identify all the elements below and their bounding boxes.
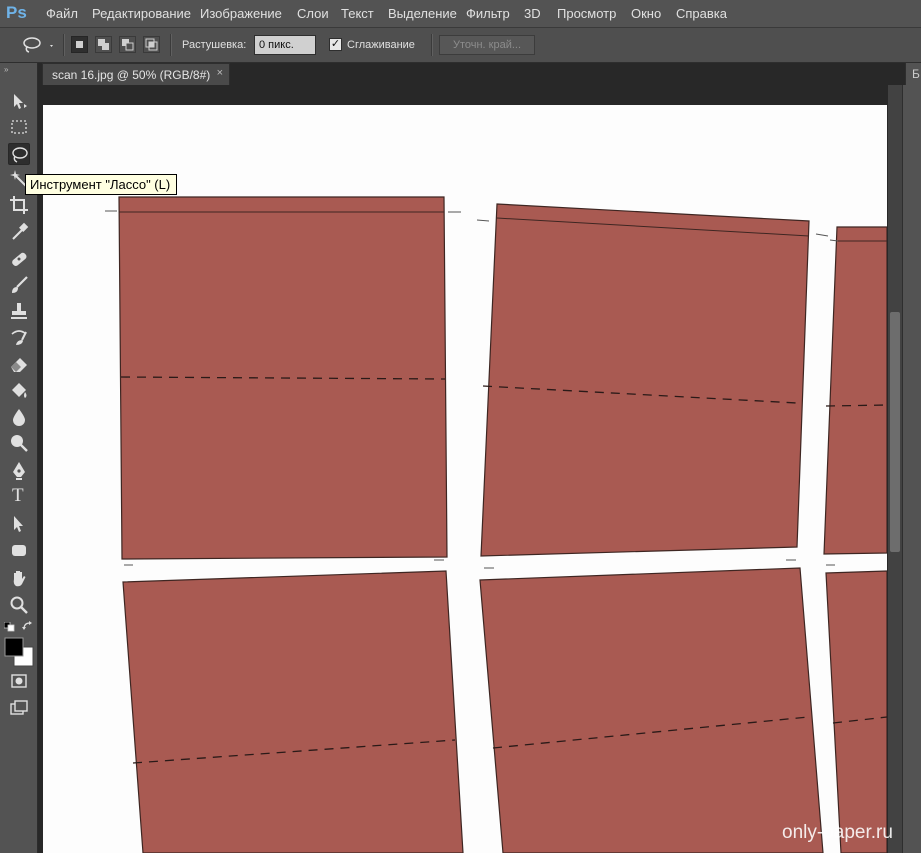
toolbox-collapse-handle[interactable]: » xyxy=(4,65,8,74)
new-selection-button[interactable] xyxy=(71,36,88,53)
screen-mode-icon xyxy=(10,700,28,715)
shape-tool[interactable] xyxy=(8,539,30,561)
menu-help[interactable]: Справка xyxy=(676,6,727,21)
marquee-icon xyxy=(11,120,27,134)
brush-icon xyxy=(12,276,28,293)
document-canvas[interactable] xyxy=(43,105,887,853)
antialias-checkbox[interactable]: ✓ xyxy=(329,38,342,51)
scanned-image xyxy=(105,196,887,853)
menu-filter[interactable]: Фильтр xyxy=(466,6,510,21)
menu-bar: Ps Файл Редактирование Изображение Слои … xyxy=(0,0,921,28)
path-selection-tool[interactable] xyxy=(8,513,30,535)
paint-bucket-icon xyxy=(12,383,27,398)
path-selection-icon xyxy=(14,516,23,532)
zoom-icon xyxy=(10,596,28,614)
menu-file[interactable]: Файл xyxy=(46,6,78,21)
paint-bucket-tool[interactable] xyxy=(8,380,30,402)
healing-brush-icon xyxy=(12,252,27,266)
scrollbar-thumb[interactable] xyxy=(890,312,900,552)
color-swatches[interactable] xyxy=(4,637,34,667)
default-colors-button[interactable] xyxy=(3,621,16,632)
dodge-icon xyxy=(11,435,28,452)
refine-edge-button[interactable]: Уточн. край... xyxy=(439,35,535,55)
lasso-tool[interactable] xyxy=(8,143,30,165)
eyedropper-tool[interactable] xyxy=(8,221,30,243)
intersect-selection-icon xyxy=(145,38,158,51)
options-divider xyxy=(63,34,65,56)
options-divider xyxy=(431,34,433,56)
brush-tool[interactable] xyxy=(8,274,30,296)
type-tool[interactable]: T xyxy=(8,485,30,508)
swap-colors-icon xyxy=(22,621,32,630)
history-brush-tool[interactable] xyxy=(8,326,30,348)
menu-view[interactable]: Просмотр xyxy=(557,6,616,21)
menu-image[interactable]: Изображение xyxy=(200,6,282,21)
tool-preset-picker[interactable] xyxy=(18,34,58,56)
color-swatches-icon xyxy=(4,637,34,667)
clone-stamp-tool[interactable] xyxy=(8,300,30,322)
history-brush-icon xyxy=(11,330,27,345)
pen-icon xyxy=(13,462,25,480)
lasso-icon xyxy=(12,147,28,163)
menu-3d[interactable]: 3D xyxy=(524,6,541,21)
crop-tool[interactable] xyxy=(8,194,30,216)
right-panel-dock xyxy=(902,85,921,853)
add-to-selection-button[interactable] xyxy=(95,36,112,53)
lasso-icon xyxy=(23,37,53,53)
menu-window[interactable]: Окно xyxy=(631,6,661,21)
add-to-selection-icon xyxy=(98,39,109,50)
zoom-tool[interactable] xyxy=(8,594,30,616)
marquee-tool[interactable] xyxy=(8,116,30,138)
hand-tool[interactable] xyxy=(8,568,30,590)
subtract-from-selection-button[interactable] xyxy=(119,36,136,53)
document-title: scan 16.jpg @ 50% (RGB/8#) xyxy=(52,68,211,82)
eraser-tool[interactable] xyxy=(8,353,30,375)
menu-select[interactable]: Выделение xyxy=(388,6,457,21)
options-divider xyxy=(170,34,172,56)
hand-icon xyxy=(13,571,26,587)
quick-mask-button[interactable] xyxy=(8,670,30,692)
feather-input[interactable]: 0 пикс. xyxy=(254,35,316,55)
eraser-icon xyxy=(11,358,27,372)
pen-tool[interactable] xyxy=(8,460,30,482)
antialias-label: Сглаживание xyxy=(347,39,415,51)
dodge-tool[interactable] xyxy=(8,432,30,454)
feather-label: Растушевка: xyxy=(182,39,247,51)
panel-tab[interactable]: Б xyxy=(905,63,921,85)
quick-mask-icon xyxy=(11,674,27,688)
subtract-selection-icon xyxy=(122,39,134,51)
shape-icon xyxy=(12,545,26,556)
lasso-tooltip: Инструмент "Лассо" (L) xyxy=(25,174,178,195)
blur-icon xyxy=(13,409,25,426)
document-tab[interactable]: scan 16.jpg @ 50% (RGB/8#) × xyxy=(42,63,230,85)
watermark: only-paper.ru xyxy=(782,822,893,843)
menu-type[interactable]: Текст xyxy=(341,6,374,21)
healing-brush-tool[interactable] xyxy=(8,248,30,270)
photoshop-logo: Ps xyxy=(6,3,27,22)
intersect-selection-button[interactable] xyxy=(143,36,160,53)
menu-edit[interactable]: Редактирование xyxy=(92,6,191,21)
close-tab-icon[interactable]: × xyxy=(217,67,223,79)
move-tool[interactable] xyxy=(8,90,30,112)
default-colors-icon xyxy=(3,621,15,632)
clone-stamp-icon xyxy=(11,303,27,319)
swap-colors-button[interactable] xyxy=(22,620,34,632)
new-selection-icon xyxy=(76,41,83,48)
screen-mode-button[interactable] xyxy=(8,697,30,719)
crop-icon xyxy=(10,196,28,214)
blur-tool[interactable] xyxy=(8,406,30,428)
menu-layer[interactable]: Слои xyxy=(297,6,329,21)
move-icon xyxy=(14,94,27,109)
type-icon: T xyxy=(12,485,24,506)
eyedropper-icon xyxy=(12,222,29,240)
